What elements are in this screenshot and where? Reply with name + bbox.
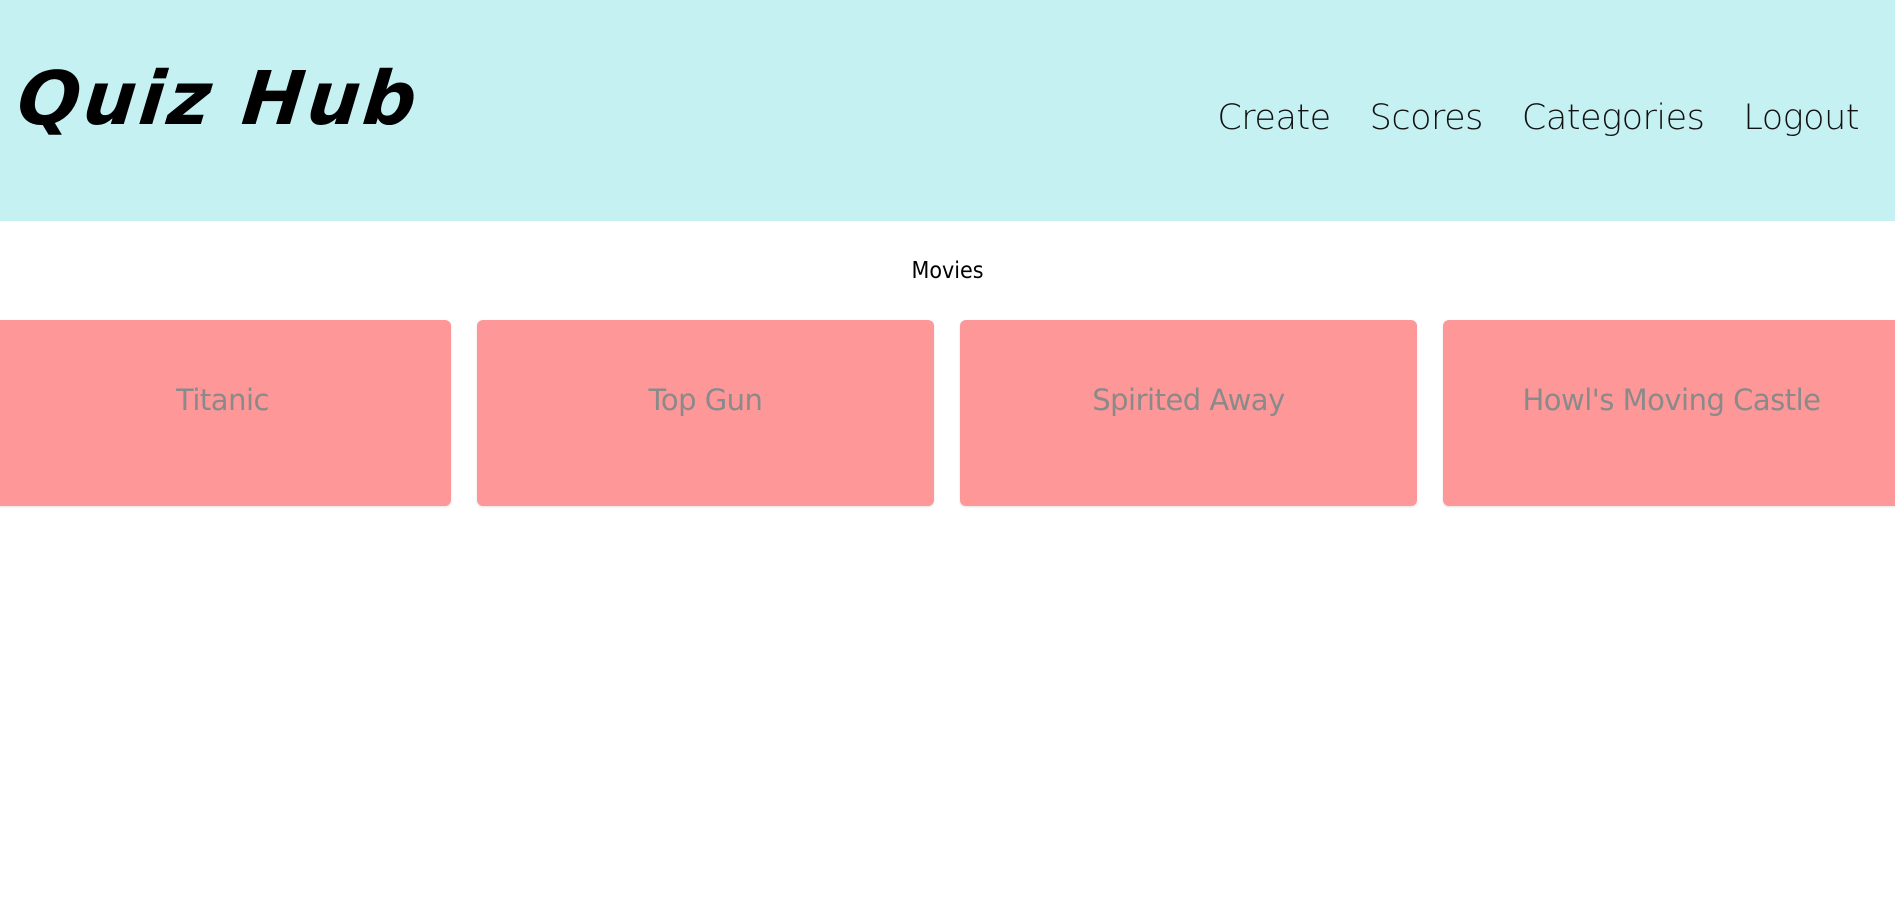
nav-logout-link[interactable]: Logout [1743,94,1859,142]
quiz-card-title: Titanic [176,383,269,417]
quiz-card-title: Spirited Away [1092,383,1285,417]
quiz-card-title: Top Gun [648,383,763,417]
site-header: Quiz Hub Create Scores Categories Logout [0,0,1895,221]
main-nav: Create Scores Categories Logout [1217,94,1859,142]
quiz-card-top-gun[interactable]: Top Gun [477,320,934,506]
quiz-card-title: Howl's Moving Castle [1522,383,1821,417]
nav-categories-link[interactable]: Categories [1522,94,1705,142]
quiz-card-spirited-away[interactable]: Spirited Away [960,320,1417,506]
site-logo[interactable]: Quiz Hub [13,56,423,142]
nav-scores-link[interactable]: Scores [1370,94,1484,142]
quiz-card-titanic[interactable]: Titanic [0,320,451,506]
quiz-card-list: Titanic Top Gun Spirited Away Howl's Mov… [0,320,1895,506]
quiz-card-howls-moving-castle[interactable]: Howl's Moving Castle [1443,320,1895,506]
nav-create-link[interactable]: Create [1217,94,1331,142]
category-title: Movies [911,258,984,284]
